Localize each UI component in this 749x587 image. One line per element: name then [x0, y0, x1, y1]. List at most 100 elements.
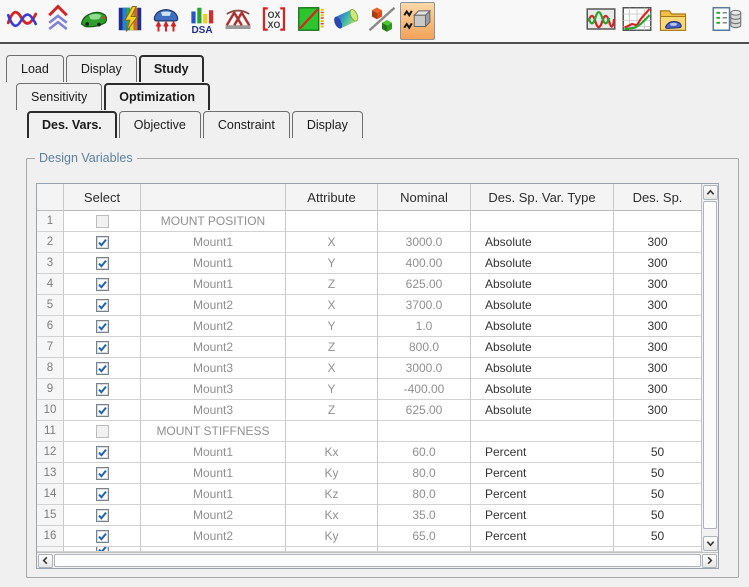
table-cell[interactable]: Absolute [471, 379, 614, 400]
table-cell[interactable] [64, 379, 141, 400]
table-cell[interactable] [64, 211, 141, 232]
table-cell[interactable]: 65.0 [378, 526, 471, 547]
table-cell[interactable]: Mount3 [141, 379, 286, 400]
toolbar-button-green-panel-diagonal[interactable] [292, 2, 327, 40]
table-cell[interactable] [471, 421, 614, 442]
toolbar-button-line-chart[interactable] [619, 2, 654, 40]
row-checkbox[interactable] [96, 467, 109, 480]
toolbar-button-curves[interactable] [4, 2, 39, 40]
table-cell[interactable]: 625.00 [378, 400, 471, 421]
table-cell[interactable]: 80.0 [378, 484, 471, 505]
table-cell[interactable] [286, 211, 378, 232]
row-checkbox[interactable] [96, 299, 109, 312]
table-cell[interactable]: Y [286, 253, 378, 274]
table-cell[interactable]: Percent [471, 463, 614, 484]
table-cell[interactable]: Absolute [471, 400, 614, 421]
table-cell[interactable]: 300 [614, 232, 701, 253]
table-cell[interactable]: MOUNT POSITION [141, 211, 286, 232]
table-cell[interactable]: 300 [614, 295, 701, 316]
table-cell[interactable]: Absolute [471, 253, 614, 274]
table-cell[interactable]: Absolute [471, 316, 614, 337]
table-cell[interactable] [64, 295, 141, 316]
table-cell[interactable] [64, 253, 141, 274]
row-checkbox[interactable] [96, 362, 109, 375]
row-checkbox[interactable] [96, 446, 109, 459]
table-cell[interactable]: 50 [614, 505, 701, 526]
tab-sensitivity[interactable]: Sensitivity [16, 83, 102, 110]
tab-des-vars[interactable]: Des. Vars. [27, 111, 117, 138]
table-cell[interactable]: Mount1 [141, 274, 286, 295]
row-checkbox[interactable] [96, 320, 109, 333]
table-cell[interactable]: Mount3 [141, 400, 286, 421]
table-cell[interactable]: Kx [286, 505, 378, 526]
table-cell[interactable]: -400.00 [378, 379, 471, 400]
scroll-left-button[interactable] [38, 554, 53, 568]
table-cell[interactable]: MOUNT STIFFNESS [141, 421, 286, 442]
table-cell[interactable] [64, 274, 141, 295]
table-cell[interactable]: Z [286, 274, 378, 295]
table-cell[interactable]: 3000.0 [378, 232, 471, 253]
tab-load[interactable]: Load [6, 55, 64, 82]
table-cell[interactable] [64, 232, 141, 253]
toolbar-button-bridge-truss[interactable] [220, 2, 255, 40]
table-cell[interactable] [64, 526, 141, 547]
horizontal-scrollbar-thumb[interactable] [54, 554, 701, 567]
table-cell[interactable]: Mount2 [141, 337, 286, 358]
table-cell[interactable]: Percent [471, 526, 614, 547]
scroll-up-button[interactable] [703, 185, 718, 200]
row-checkbox[interactable] [96, 215, 109, 228]
table-cell[interactable]: 1.0 [378, 316, 471, 337]
table-cell[interactable] [64, 505, 141, 526]
table-cell[interactable]: Absolute [471, 295, 614, 316]
toolbar-button-oxxo-brackets[interactable]: OXXO [256, 2, 291, 40]
row-checkbox[interactable] [96, 383, 109, 396]
table-cell[interactable]: 400.00 [378, 253, 471, 274]
table-cell[interactable]: Mount2 [141, 526, 286, 547]
table-cell[interactable] [614, 421, 701, 442]
table-cell[interactable]: 3700.0 [378, 295, 471, 316]
scroll-down-button[interactable] [703, 536, 718, 551]
table-cell[interactable]: Mount1 [141, 253, 286, 274]
table-cell[interactable] [286, 421, 378, 442]
table-cell[interactable]: 60.0 [378, 442, 471, 463]
table-cell[interactable]: Ky [286, 463, 378, 484]
toolbar-button-car-green[interactable] [76, 2, 111, 40]
table-cell[interactable]: 300 [614, 400, 701, 421]
tab-study[interactable]: Study [139, 55, 204, 82]
row-checkbox[interactable] [96, 404, 109, 417]
row-checkbox[interactable] [96, 530, 109, 543]
table-cell[interactable]: Ky [286, 526, 378, 547]
row-checkbox[interactable] [96, 236, 109, 249]
table-cell[interactable]: X [286, 295, 378, 316]
table-cell[interactable]: Percent [471, 442, 614, 463]
table-cell[interactable] [64, 316, 141, 337]
table-cell[interactable]: X [286, 358, 378, 379]
table-cell[interactable] [614, 211, 701, 232]
table-cell[interactable] [64, 400, 141, 421]
table-cell[interactable]: 625.00 [378, 274, 471, 295]
table-cell[interactable]: 300 [614, 274, 701, 295]
table-cell[interactable] [64, 421, 141, 442]
table-cell[interactable]: 800.0 [378, 337, 471, 358]
table-cell[interactable]: Z [286, 400, 378, 421]
table-cell[interactable]: 50 [614, 442, 701, 463]
toolbar-button-dsa-bars[interactable]: DSA [184, 2, 219, 40]
tab-optimization[interactable]: Optimization [104, 83, 210, 110]
table-cell[interactable]: Absolute [471, 274, 614, 295]
table-cell[interactable]: 35.0 [378, 505, 471, 526]
table-cell[interactable]: 300 [614, 337, 701, 358]
table-cell[interactable]: Absolute [471, 232, 614, 253]
toolbar-button-cube-springs[interactable] [400, 2, 435, 40]
tab-display[interactable]: Display [292, 111, 363, 138]
table-cell[interactable]: Kx [286, 442, 378, 463]
table-cell[interactable] [64, 337, 141, 358]
row-checkbox[interactable] [96, 278, 109, 291]
row-checkbox[interactable] [96, 341, 109, 354]
toolbar-button-cubes-slash[interactable] [364, 2, 399, 40]
table-cell[interactable]: 3000.0 [378, 358, 471, 379]
toolbar-button-lightning-stripes[interactable] [112, 2, 147, 40]
row-checkbox[interactable] [96, 509, 109, 522]
toolbar-button-gradient-cylinder[interactable] [328, 2, 363, 40]
table-cell[interactable] [64, 463, 141, 484]
table-cell[interactable]: Mount2 [141, 295, 286, 316]
